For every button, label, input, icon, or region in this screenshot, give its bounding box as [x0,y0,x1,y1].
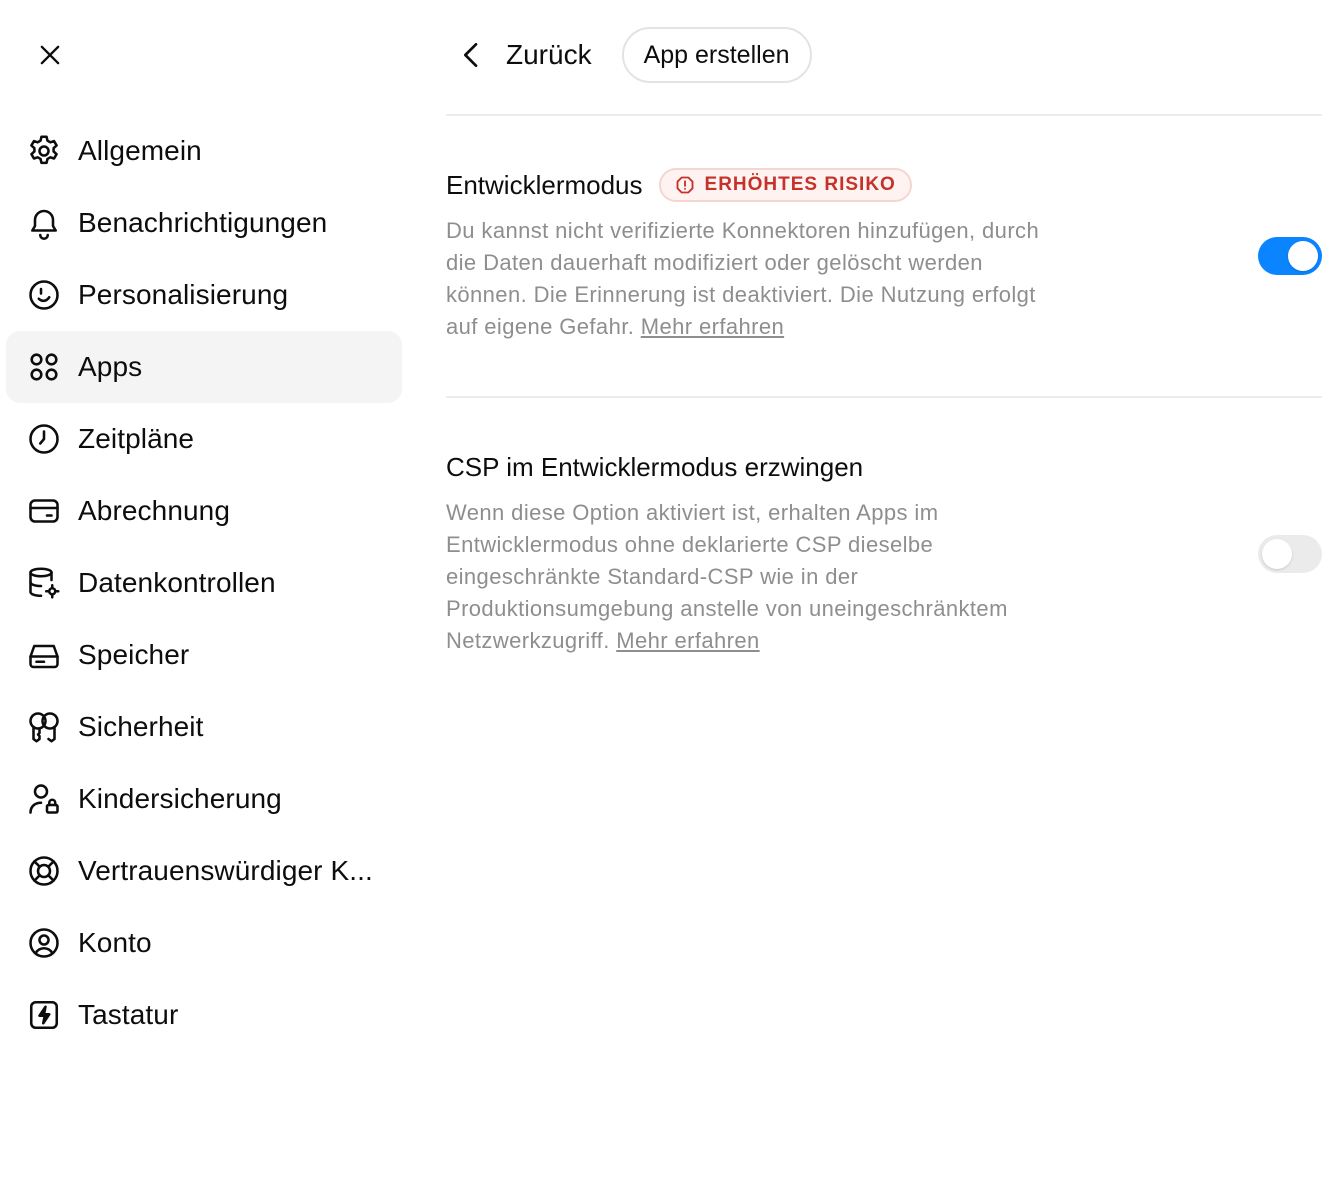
apps-grid-icon [26,347,66,387]
keyboard-bolt-icon [26,995,66,1035]
toggle-knob [1262,539,1292,569]
settings-dialog: Allgemein Benachrichtigungen Personalisi… [0,0,1336,1184]
close-button[interactable] [28,33,72,77]
sidebar-item-apps[interactable]: Apps [6,331,402,403]
sidebar-item-label: Konto [78,927,152,958]
risk-badge: ERHÖHTES RISIKO [658,168,912,202]
sidebar-item-allgemein[interactable]: Allgemein [6,115,402,187]
divider [446,114,1322,116]
back-label: Zurück [506,39,592,70]
risk-badge-label: ERHÖHTES RISIKO [704,174,896,195]
csp-toggle[interactable] [1258,535,1322,573]
person-lock-icon [26,779,66,819]
sidebar-item-label: Tastatur [78,999,179,1030]
clock-icon [26,419,66,459]
sidebar-item-label: Datenkontrollen [78,567,276,598]
developer-mode-setting: Entwicklermodus ERHÖHTES RISIKO Du kanns… [446,167,1322,343]
sidebar-item-label: Allgemein [78,135,202,166]
setting-title: Entwicklermodus [446,169,643,200]
sidebar-item-personalisierung[interactable]: Personalisierung [6,259,402,331]
credit-card-icon [26,491,66,531]
bell-icon [26,203,66,243]
smile-icon [26,275,66,315]
page-header: Zurück App erstellen [446,27,812,83]
security-key-icon [26,707,66,747]
sidebar-item-abrechnung[interactable]: Abrechnung [6,475,402,547]
sidebar-item-zeitplaene[interactable]: Zeitpläne [6,403,402,475]
sidebar-item-label: Kindersicherung [78,783,282,814]
sidebar-item-label: Speicher [78,639,190,670]
back-button[interactable]: Zurück [446,27,592,83]
sidebar-item-label: Sicherheit [78,711,204,742]
csp-setting: CSP im Entwicklermodus erzwingen Wenn di… [446,449,1322,657]
sidebar-item-benachrichtigungen[interactable]: Benachrichtigungen [6,187,402,259]
lifebuoy-icon [26,851,66,891]
database-gear-icon [26,563,66,603]
settings-sidebar: Allgemein Benachrichtigungen Personalisi… [6,115,402,1051]
chevron-left-icon [464,43,478,67]
gear-icon [26,131,66,171]
sidebar-item-label: Abrechnung [78,495,231,526]
setting-title: CSP im Entwicklermodus erzwingen [446,451,864,482]
toggle-knob [1288,241,1318,271]
setting-description: Du kannst nicht verifizierte Konnektoren… [446,215,1046,343]
sidebar-item-speicher[interactable]: Speicher [6,619,402,691]
developer-mode-toggle[interactable] [1258,237,1322,275]
account-circle-icon [26,923,66,963]
sidebar-item-konto[interactable]: Konto [6,907,402,979]
create-app-button[interactable]: App erstellen [621,27,812,83]
learn-more-link[interactable]: Mehr erfahren [641,314,784,339]
storage-drive-icon [26,635,66,675]
sidebar-item-label: Personalisierung [78,279,289,310]
sidebar-item-label: Apps [78,351,143,382]
sidebar-item-tastatur[interactable]: Tastatur [6,979,402,1051]
sidebar-item-label: Vertrauenswürdiger K... [78,855,373,886]
sidebar-item-label: Zeitpläne [78,423,195,454]
sidebar-item-datenkontrollen[interactable]: Datenkontrollen [6,547,402,619]
sidebar-item-sicherheit[interactable]: Sicherheit [6,691,402,763]
shield-alert-icon [676,176,693,194]
sidebar-item-vertrauenswuerdiger-kontakt[interactable]: Vertrauenswürdiger K... [6,835,402,907]
close-icon [40,45,60,65]
sidebar-item-kindersicherung[interactable]: Kindersicherung [6,763,402,835]
learn-more-link[interactable]: Mehr erfahren [616,628,759,653]
sidebar-item-label: Benachrichtigungen [78,207,328,238]
setting-description: Wenn diese Option aktiviert ist, erhalte… [446,497,1046,657]
divider [446,396,1322,398]
